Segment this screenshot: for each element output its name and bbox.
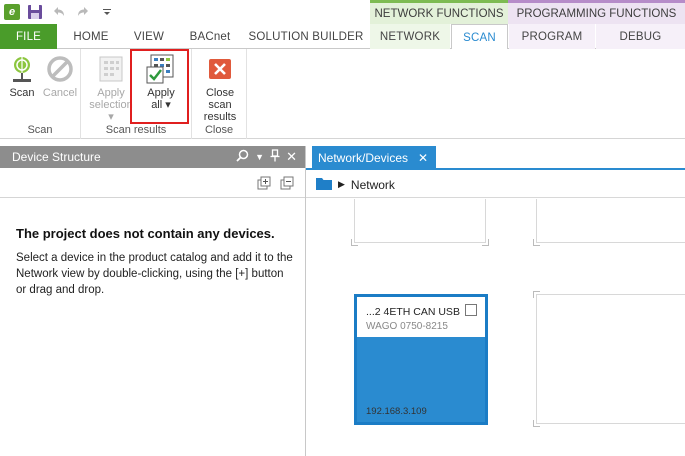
apply-selection-label-line2: selection ▾ — [89, 99, 133, 123]
apply-all-highlight — [130, 49, 189, 124]
tab-program[interactable]: PROGRAM — [509, 24, 595, 49]
apply-selection-label-line1: Apply — [97, 87, 125, 99]
undo-icon[interactable] — [50, 3, 68, 21]
cancel-icon — [44, 53, 76, 85]
tab-network-devices[interactable]: Network/Devices ✕ — [312, 146, 436, 170]
redo-icon[interactable] — [74, 3, 92, 21]
device-structure-panel: Device Structure ▼ ✕ The project does no… — [0, 146, 306, 456]
device-name: ...2 4ETH CAN USB — [366, 306, 460, 318]
expand-all-icon[interactable] — [257, 176, 271, 190]
quick-access-toolbar: e — [0, 0, 370, 24]
app-logo: e — [4, 4, 20, 20]
scan-button-label: Scan — [9, 87, 35, 99]
ribbon-tab-bar: FILE HOME VIEW BACnet SOLUTION BUILDER N… — [0, 24, 685, 50]
breadcrumb-arrow-icon: ▶ — [338, 179, 345, 189]
device-ip-address: 192.168.3.109 — [366, 406, 427, 417]
tab-debug[interactable]: DEBUG — [596, 24, 685, 49]
device-structure-title: Device Structure — [12, 150, 101, 164]
network-canvas[interactable]: ...2 4ETH CAN USB WAGO 0750-8215 192.168… — [306, 199, 685, 456]
pin-icon[interactable] — [270, 149, 280, 165]
device-card[interactable]: ...2 4ETH CAN USB WAGO 0750-8215 192.168… — [354, 294, 488, 425]
device-slot[interactable] — [351, 199, 489, 246]
tab-bacnet[interactable]: BACnet — [178, 24, 242, 49]
scan-icon — [6, 53, 38, 85]
empty-project-hint: Select a device in the product catalog a… — [16, 252, 293, 296]
ribbon-group-close: Close scan results Close — [192, 49, 247, 139]
save-icon[interactable] — [26, 3, 44, 21]
close-icon[interactable]: ✕ — [418, 151, 428, 165]
search-icon[interactable] — [236, 149, 249, 165]
close-icon — [204, 53, 236, 85]
tab-solution-builder[interactable]: SOLUTION BUILDER — [244, 24, 368, 49]
chevron-down-icon: ▾ — [108, 111, 114, 123]
collapse-all-icon[interactable] — [280, 176, 294, 190]
tab-scan[interactable]: SCAN — [451, 24, 508, 50]
tab-view[interactable]: VIEW — [124, 24, 174, 49]
close-icon[interactable]: ✕ — [286, 149, 297, 165]
device-structure-toolbar — [0, 168, 305, 198]
customize-dropdown-icon[interactable] — [98, 3, 116, 21]
device-card-header: ...2 4ETH CAN USB WAGO 0750-8215 — [357, 297, 485, 337]
device-structure-header: Device Structure ▼ ✕ — [0, 146, 305, 168]
device-select-checkbox[interactable] — [465, 304, 477, 316]
close-group-label: Close — [204, 124, 234, 136]
chevron-down-icon[interactable]: ▼ — [255, 152, 264, 162]
ribbon: Scan Cancel Scan Apply selection ▾ Apply… — [0, 49, 685, 139]
document-tab-strip: Network/Devices ✕ — [306, 146, 685, 170]
device-slot[interactable] — [533, 199, 685, 246]
scan-results-group-label: Scan results — [105, 124, 167, 136]
tab-home[interactable]: HOME — [60, 24, 122, 49]
cancel-button-label: Cancel — [42, 87, 78, 99]
apply-selection-button[interactable]: Apply selection ▾ — [87, 53, 135, 123]
empty-project-title: The project does not contain any devices… — [16, 226, 275, 241]
apply-selection-icon — [95, 53, 127, 85]
ribbon-group-scan: Scan Cancel Scan — [0, 49, 81, 139]
network-functions-group-header: NETWORK FUNCTIONS — [370, 0, 508, 24]
breadcrumb-network[interactable]: Network — [351, 178, 395, 192]
tab-network[interactable]: NETWORK — [370, 24, 450, 49]
device-slot[interactable] — [533, 291, 685, 427]
close-scan-label-line1: Close scan — [205, 87, 235, 111]
scan-button[interactable]: Scan — [6, 53, 38, 99]
close-scan-results-button[interactable]: Close scan results — [193, 53, 247, 123]
cancel-button[interactable]: Cancel — [42, 53, 78, 99]
programming-functions-group-header: PROGRAMMING FUNCTIONS — [508, 0, 685, 24]
network-devices-tab-label: Network/Devices — [318, 151, 409, 165]
folder-icon — [316, 177, 332, 193]
breadcrumb: ▶ Network — [306, 172, 685, 198]
close-scan-label-line2: results — [203, 111, 237, 123]
scan-group-label: Scan — [27, 124, 53, 136]
panel-header-tools: ▼ ✕ — [236, 149, 297, 165]
device-vendor: WAGO 0750-8215 — [366, 321, 448, 332]
tab-file[interactable]: FILE — [0, 24, 57, 49]
